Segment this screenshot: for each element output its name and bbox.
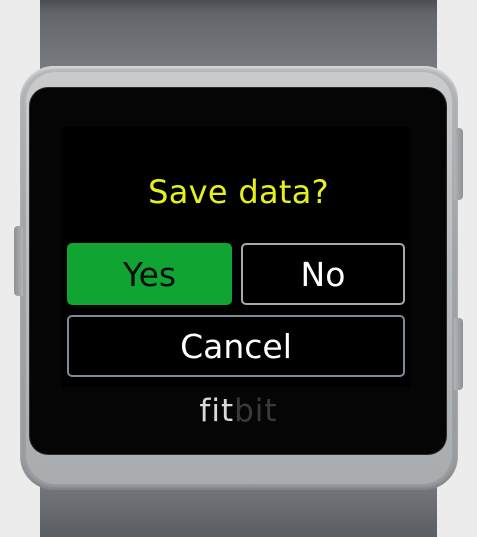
no-button[interactable]: No — [241, 243, 405, 305]
dialog-title: Save data? — [148, 173, 329, 211]
yes-button[interactable]: Yes — [67, 243, 232, 305]
cancel-button-label: Cancel — [180, 326, 292, 366]
logo-part-bit: bit — [234, 393, 278, 429]
fitbit-logo: fitbit — [0, 391, 477, 431]
no-button-label: No — [300, 254, 346, 294]
logo-part-fit: fit — [199, 393, 235, 429]
yes-button-label: Yes — [122, 254, 177, 294]
cancel-button[interactable]: Cancel — [67, 315, 405, 377]
left-side-button[interactable] — [14, 226, 23, 296]
watch-device: Save data? Yes No Cancel fitbit — [0, 0, 477, 537]
right-bottom-side-button[interactable] — [454, 318, 463, 390]
